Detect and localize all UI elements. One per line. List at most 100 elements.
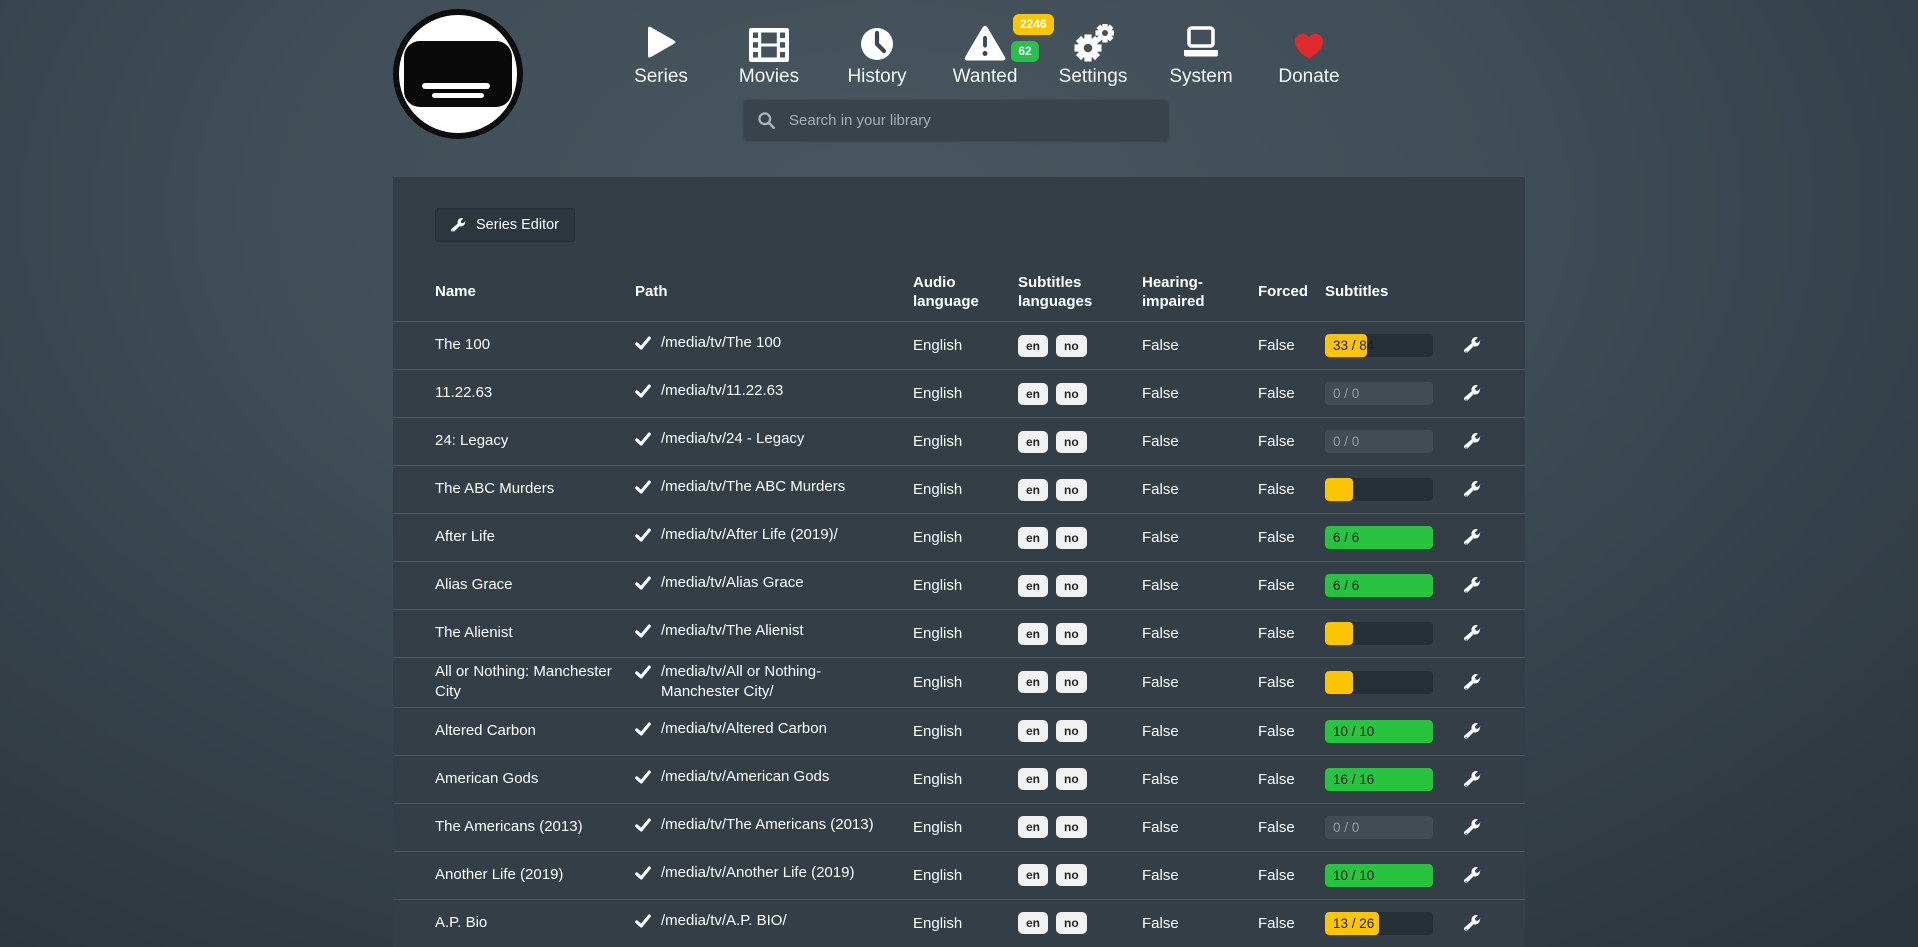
- subtitles-progress-bar: 0 / 0: [1325, 816, 1433, 839]
- check-icon: [635, 913, 651, 935]
- subtitles-progress-bar: 0 / 0: [1325, 382, 1433, 405]
- edit-series-button[interactable]: [1464, 915, 1481, 932]
- library-search: [744, 100, 1168, 140]
- audio-language: English: [913, 529, 1018, 546]
- table-row: A.P. Bio /media/tv/A.P. BIO/ English enn…: [393, 899, 1525, 947]
- check-icon: [635, 865, 651, 887]
- edit-series-button[interactable]: [1464, 819, 1481, 836]
- hearing-impaired-value: False: [1142, 915, 1258, 932]
- nav-item-donate[interactable]: Donate: [1255, 16, 1363, 88]
- edit-series-button[interactable]: [1464, 577, 1481, 594]
- audio-language: English: [913, 819, 1018, 836]
- language-badge: en: [1018, 816, 1048, 838]
- forced-value: False: [1258, 723, 1325, 740]
- clock-icon: [859, 16, 895, 62]
- edit-series-button[interactable]: [1464, 723, 1481, 740]
- nav-item-label: Donate: [1278, 66, 1339, 88]
- series-name: Alias Grace: [435, 575, 635, 595]
- subtitles-progress-bar: [1325, 478, 1433, 501]
- series-name: 24: Legacy: [435, 431, 635, 451]
- wrench-icon: [1464, 819, 1481, 836]
- series-name: The Americans (2013): [435, 817, 635, 837]
- language-badge: en: [1018, 479, 1048, 501]
- column-header-subtitles: Subtitles: [1325, 282, 1455, 302]
- edit-series-button[interactable]: [1464, 481, 1481, 498]
- edit-series-button[interactable]: [1464, 625, 1481, 642]
- subtitles-progress-bar: [1325, 671, 1433, 694]
- progress-label: 6 / 6: [1333, 526, 1359, 549]
- series-name: The 100: [435, 335, 635, 355]
- wrench-icon: [1464, 481, 1481, 498]
- edit-series-button[interactable]: [1464, 771, 1481, 788]
- nav-item-system[interactable]: System: [1147, 16, 1255, 88]
- heart-icon: [1290, 16, 1328, 62]
- check-icon: [635, 431, 651, 453]
- table-row: The Alienist /media/tv/The Alienist Engl…: [393, 609, 1525, 657]
- progress-fill: [1325, 671, 1353, 694]
- nav-item-history[interactable]: History: [823, 16, 931, 88]
- language-badge: no: [1056, 671, 1087, 693]
- subtitles-progress-bar: [1325, 622, 1433, 645]
- wrench-icon: [451, 218, 466, 233]
- series-name: All or Nothing: Manchester City: [435, 662, 635, 703]
- forced-value: False: [1258, 337, 1325, 354]
- logo-screen-shape: [404, 41, 512, 107]
- column-header-hearing-impaired: Hearing-impaired: [1142, 273, 1258, 312]
- language-badge: no: [1056, 768, 1087, 790]
- edit-series-button[interactable]: [1464, 337, 1481, 354]
- subtitles-languages: enno: [1018, 575, 1142, 597]
- forced-value: False: [1258, 915, 1325, 932]
- check-icon: [635, 817, 651, 839]
- forced-value: False: [1258, 433, 1325, 450]
- progress-fill: [1325, 622, 1353, 645]
- nav-item-series[interactable]: Series: [607, 16, 715, 88]
- language-badge: no: [1056, 864, 1087, 886]
- nav-item-label: History: [847, 66, 906, 88]
- logo-subtitle-line: [432, 93, 484, 98]
- hearing-impaired-value: False: [1142, 337, 1258, 354]
- check-icon: [635, 527, 651, 549]
- progress-label: 13 / 26: [1333, 912, 1374, 935]
- edit-series-button[interactable]: [1464, 385, 1481, 402]
- series-path: /media/tv/24 - Legacy: [661, 429, 804, 449]
- bazarr-logo[interactable]: [393, 9, 523, 139]
- subtitles-progress-bar: 16 / 16: [1325, 768, 1433, 791]
- nav-item-movies[interactable]: Movies: [715, 16, 823, 88]
- nav-item-settings[interactable]: Settings: [1039, 16, 1147, 88]
- series-path: /media/tv/All or Nothing- Manchester Cit…: [661, 662, 889, 703]
- wrench-icon: [1464, 337, 1481, 354]
- audio-language: English: [913, 385, 1018, 402]
- subtitles-languages: enno: [1018, 720, 1142, 742]
- edit-series-button[interactable]: [1464, 674, 1481, 691]
- edit-series-button[interactable]: [1464, 867, 1481, 884]
- audio-language: English: [913, 577, 1018, 594]
- check-icon: [635, 664, 651, 686]
- edit-series-button[interactable]: [1464, 433, 1481, 450]
- language-badge: no: [1056, 335, 1087, 357]
- hearing-impaired-value: False: [1142, 867, 1258, 884]
- subtitles-languages: enno: [1018, 671, 1142, 693]
- audio-language: English: [913, 625, 1018, 642]
- edit-series-button[interactable]: [1464, 529, 1481, 546]
- progress-label: 33 / 84: [1333, 334, 1374, 357]
- check-icon: [635, 335, 651, 357]
- nav-item-label: Wanted: [953, 66, 1018, 88]
- series-path: /media/tv/Another Life (2019): [661, 863, 854, 883]
- nav-item-wanted[interactable]: Wanted 224662: [931, 16, 1039, 88]
- series-path: /media/tv/After Life (2019)/: [661, 525, 838, 545]
- progress-fill: [1325, 478, 1353, 501]
- check-icon: [635, 769, 651, 791]
- language-badge: en: [1018, 575, 1048, 597]
- audio-language: English: [913, 337, 1018, 354]
- search-input[interactable]: [787, 111, 1155, 130]
- nav-item-label: Movies: [739, 66, 799, 88]
- table-row: Alias Grace /media/tv/Alias Grace Englis…: [393, 561, 1525, 609]
- series-name: The Alienist: [435, 623, 635, 643]
- audio-language: English: [913, 674, 1018, 691]
- nav-item-label: System: [1169, 66, 1232, 88]
- film-icon: [749, 16, 789, 62]
- subtitles-progress-bar: 10 / 10: [1325, 720, 1433, 743]
- series-editor-button[interactable]: Series Editor: [435, 208, 575, 242]
- progress-label: 0 / 0: [1333, 382, 1359, 405]
- subtitles-languages: enno: [1018, 335, 1142, 357]
